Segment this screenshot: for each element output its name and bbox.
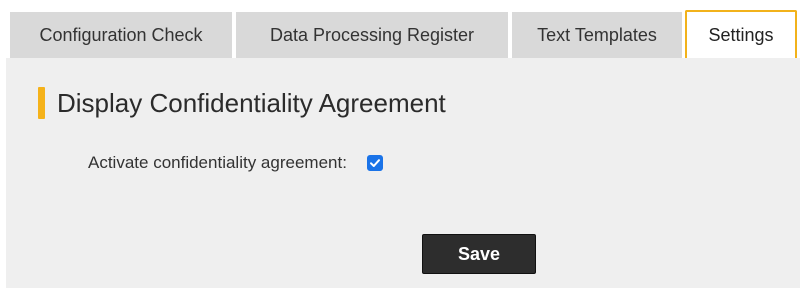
confidentiality-field-row: Activate confidentiality agreement: [88,150,383,176]
section-heading: Display Confidentiality Agreement [38,86,446,120]
confidentiality-label: Activate confidentiality agreement: [88,153,347,172]
settings-page: Configuration Check Data Processing Regi… [0,0,800,288]
tab-data-processing-register[interactable]: Data Processing Register [236,12,508,58]
heading-accent-bar [38,87,45,119]
tab-bar: Configuration Check Data Processing Regi… [10,10,800,60]
tab-configuration-check[interactable]: Configuration Check [10,12,232,58]
save-button[interactable]: Save [422,234,536,274]
tab-text-templates[interactable]: Text Templates [512,12,682,58]
checkmark-icon [369,159,380,167]
settings-panel: Display Confidentiality Agreement Activa… [6,58,800,288]
tab-settings[interactable]: Settings [685,10,797,60]
section-title: Display Confidentiality Agreement [57,87,446,118]
confidentiality-checkbox[interactable] [366,155,383,171]
